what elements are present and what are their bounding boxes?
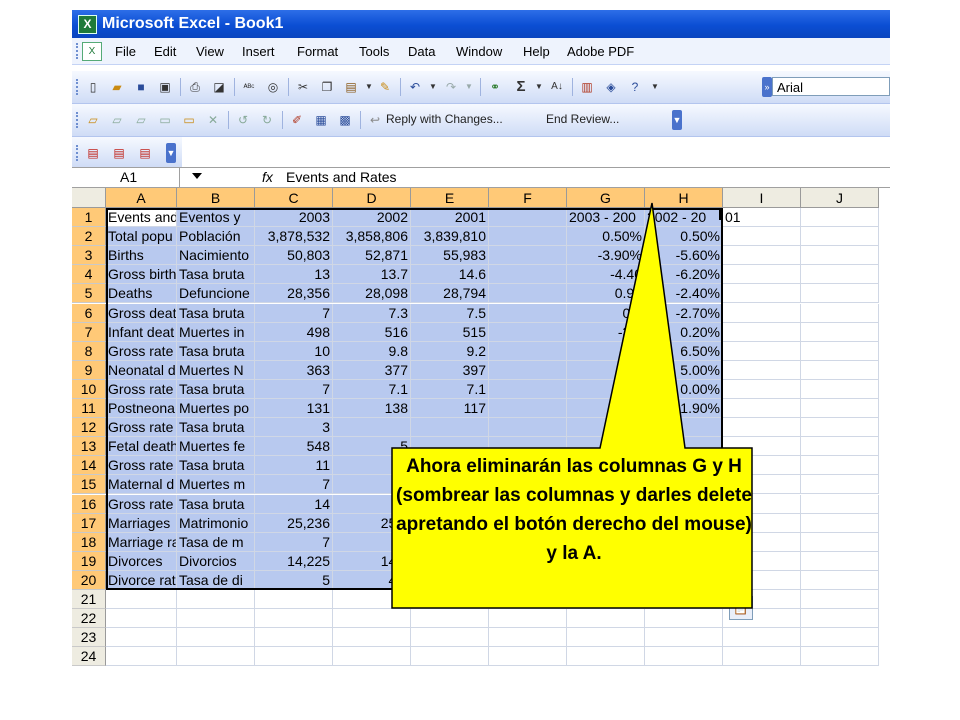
callout-text: Ahora eliminarán las columnas G y H (som… — [396, 456, 752, 564]
callout-shape — [391, 202, 753, 609]
